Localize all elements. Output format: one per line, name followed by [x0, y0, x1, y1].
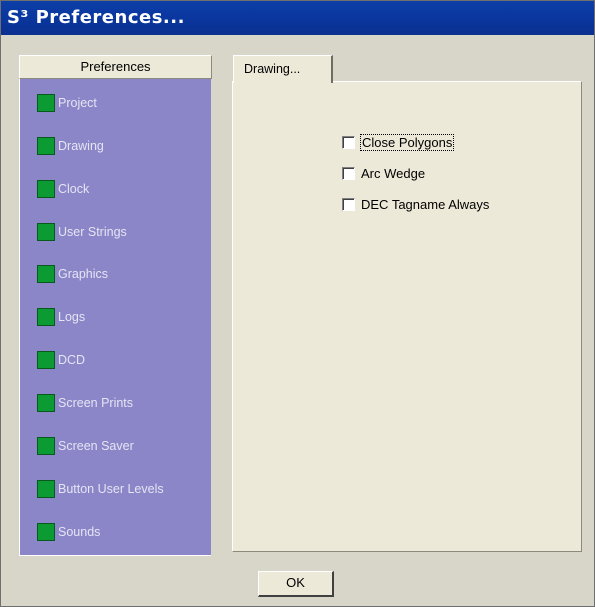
- sidebar-item-label: User Strings: [58, 225, 127, 239]
- green-square-icon: [37, 94, 55, 112]
- window-title: S³ Preferences...: [1, 1, 594, 35]
- green-square-icon: [37, 180, 55, 198]
- sidebar-item-project[interactable]: Project: [37, 92, 97, 114]
- green-square-icon: [37, 137, 55, 155]
- green-square-icon: [37, 437, 55, 455]
- close-polygons-label: Close Polygons: [359, 133, 455, 151]
- sidebar-item-label: Drawing: [58, 139, 104, 153]
- green-square-icon: [37, 265, 55, 283]
- dec-tagname-always-label: DEC Tagname Always: [361, 196, 490, 212]
- ok-button[interactable]: OK: [258, 571, 334, 597]
- sidebar-item-graphics[interactable]: Graphics: [37, 263, 108, 285]
- arc-wedge-checkbox[interactable]: [342, 166, 355, 180]
- preferences-dialog: S³ Preferences... Preferences Project Dr…: [0, 0, 595, 607]
- sidebar-item-label: Sounds: [58, 525, 101, 539]
- green-square-icon: [37, 523, 55, 541]
- sidebar-item-label: Clock: [58, 182, 90, 196]
- arc-wedge-label: Arc Wedge: [361, 165, 426, 181]
- dec-tagname-always-checkbox[interactable]: [342, 197, 355, 211]
- sidebar-item-button-user-levels[interactable]: Button User Levels: [37, 478, 164, 500]
- sidebar-item-label: DCD: [58, 353, 86, 367]
- dec-tagname-always-option[interactable]: DEC Tagname Always: [342, 194, 489, 214]
- close-polygons-checkbox[interactable]: [342, 135, 355, 149]
- sidebar-item-screen-prints[interactable]: Screen Prints: [37, 392, 133, 414]
- green-square-icon: [37, 480, 55, 498]
- sidebar-item-label: Button User Levels: [58, 482, 164, 496]
- sidebar-item-screen-saver[interactable]: Screen Saver: [37, 435, 134, 457]
- sidebar-item-user-strings[interactable]: User Strings: [37, 221, 127, 243]
- close-polygons-option[interactable]: Close Polygons: [342, 132, 455, 152]
- tab-drawing[interactable]: Drawing...: [233, 55, 333, 83]
- sidebar-item-sounds[interactable]: Sounds: [37, 521, 100, 543]
- sidebar-item-label: Project: [58, 96, 97, 110]
- green-square-icon: [37, 223, 55, 241]
- sidebar-item-label: Screen Prints: [58, 396, 134, 410]
- sidebar-item-label: Graphics: [58, 267, 109, 281]
- sidebar-item-label: Logs: [58, 310, 86, 324]
- sidebar-item-label: Screen Saver: [58, 439, 134, 453]
- sidebar-header: Preferences: [19, 55, 212, 79]
- sidebar-item-drawing[interactable]: Drawing: [37, 135, 104, 157]
- sidebar-item-dcd[interactable]: DCD: [37, 349, 85, 371]
- green-square-icon: [37, 394, 55, 412]
- sidebar-item-logs[interactable]: Logs: [37, 306, 85, 328]
- green-square-icon: [37, 308, 55, 326]
- green-square-icon: [37, 351, 55, 369]
- sidebar-item-clock[interactable]: Clock: [37, 178, 89, 200]
- arc-wedge-option[interactable]: Arc Wedge: [342, 163, 425, 183]
